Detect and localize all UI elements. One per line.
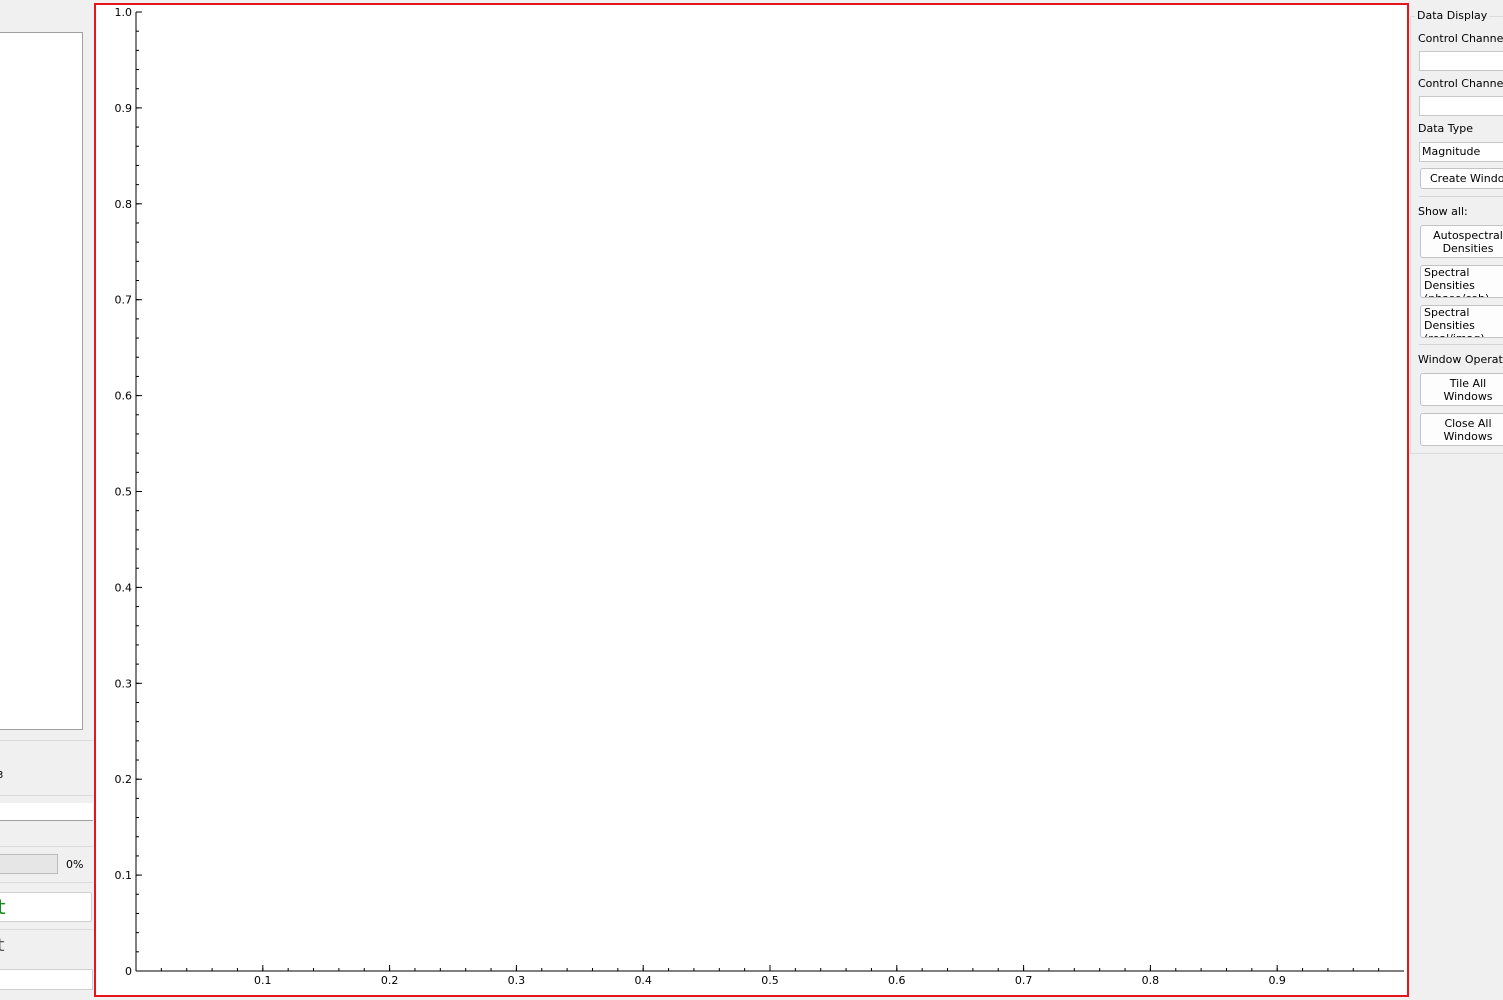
x-tick-label: 0.2 — [381, 974, 399, 987]
divider — [0, 846, 93, 847]
left-list-view[interactable] — [0, 32, 83, 730]
divider — [1419, 344, 1503, 345]
left-text-field[interactable] — [0, 803, 93, 821]
left-panel: 3 0% t t — [0, 0, 95, 1000]
left-status-label: 3 — [0, 770, 4, 781]
y-tick-label: 0.8 — [115, 198, 133, 211]
stop-button[interactable]: t — [0, 933, 92, 959]
y-tick-label: 0.5 — [115, 486, 133, 499]
right-panel: Data Display Control Channel 1 Control C… — [1409, 0, 1503, 1000]
x-tick-label: 0.5 — [761, 974, 779, 987]
spectral-densities-realimag-button[interactable]: Spectral Densities (real/imag) — [1420, 305, 1503, 338]
divider — [0, 882, 93, 883]
divider — [0, 929, 93, 930]
x-tick-label: 0.6 — [888, 974, 906, 987]
x-tick-label: 0.9 — [1268, 974, 1286, 987]
control-channel-2-label: Control Channel 2 — [1418, 77, 1503, 90]
x-tick-label: 0.8 — [1142, 974, 1160, 987]
window-operations-label: Window Operations — [1418, 353, 1503, 366]
x-tick-label: 0.3 — [508, 974, 526, 987]
control-channel-2-select[interactable] — [1419, 96, 1503, 116]
show-all-label: Show all: — [1418, 205, 1468, 218]
y-tick-label: 0.4 — [115, 581, 133, 594]
y-tick-label: 0.7 — [115, 294, 133, 307]
progress-bar — [0, 854, 58, 874]
x-tick-label: 0.7 — [1015, 974, 1033, 987]
left-bottom-input[interactable] — [0, 969, 93, 990]
y-tick-label: 0.1 — [115, 869, 133, 882]
autospectral-densities-button[interactable]: Autospectral Densities — [1420, 225, 1503, 258]
control-channel-1-select[interactable] — [1419, 51, 1503, 71]
plot-frame[interactable]: 0.1 0.2 0.3 0.4 0.5 0.6 0.7 0.8 0.9 0 0.1 0.2 0.3 0.4… — [94, 3, 1409, 997]
y-tick-label: 0 — [125, 965, 132, 978]
data-type-select[interactable]: Magnitude — [1419, 142, 1503, 162]
start-button[interactable]: t — [0, 892, 92, 922]
divider — [1419, 196, 1503, 197]
y-tick-label: 1.0 — [115, 6, 133, 19]
tile-all-windows-button[interactable]: Tile All Windows — [1420, 373, 1503, 406]
y-tick-label: 0.2 — [115, 773, 133, 786]
y-tick-label: 0.6 — [115, 390, 133, 403]
create-window-button[interactable]: Create Window — [1420, 168, 1503, 189]
divider — [0, 795, 93, 796]
y-tick-label: 0.9 — [115, 102, 133, 115]
data-type-label: Data Type — [1418, 122, 1474, 135]
x-tick-label: 0.4 — [634, 974, 652, 987]
y-tick-label: 0.3 — [115, 677, 133, 690]
plot-canvas: 0.1 0.2 0.3 0.4 0.5 0.6 0.7 0.8 0.9 0 0.1 0.2 0.3 0.4… — [115, 6, 1404, 987]
data-display-title: Data Display — [1415, 9, 1490, 22]
x-tick-label: 0.1 — [254, 974, 271, 987]
progress-percent-text: 0% — [66, 858, 84, 871]
spectral-densities-phase-button[interactable]: Spectral Densities (phase/coh) — [1420, 265, 1503, 298]
divider — [0, 740, 93, 741]
close-all-windows-button[interactable]: Close All Windows — [1420, 413, 1503, 446]
control-channel-1-label: Control Channel 1 — [1418, 32, 1503, 45]
